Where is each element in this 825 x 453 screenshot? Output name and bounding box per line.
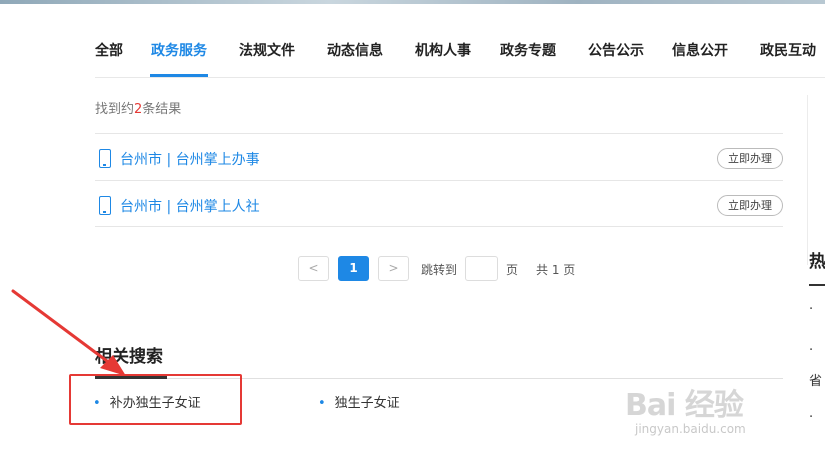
sidebar-title-underline: [809, 284, 825, 286]
baidu-jingyan-watermark: Bai 经验 jingyan.baidu.com: [625, 372, 795, 442]
sidebar-item[interactable]: ·: [809, 343, 813, 358]
sidebar-item[interactable]: 省: [809, 370, 822, 389]
sidebar-hot-title: 热: [809, 252, 825, 272]
watermark-url: jingyan.baidu.com: [635, 422, 746, 436]
sidebar-divider: [807, 95, 808, 265]
watermark-logo: Bai 经验: [625, 388, 744, 423]
sidebar-item[interactable]: ·: [809, 410, 813, 425]
sidebar-item[interactable]: ·: [809, 302, 813, 317]
